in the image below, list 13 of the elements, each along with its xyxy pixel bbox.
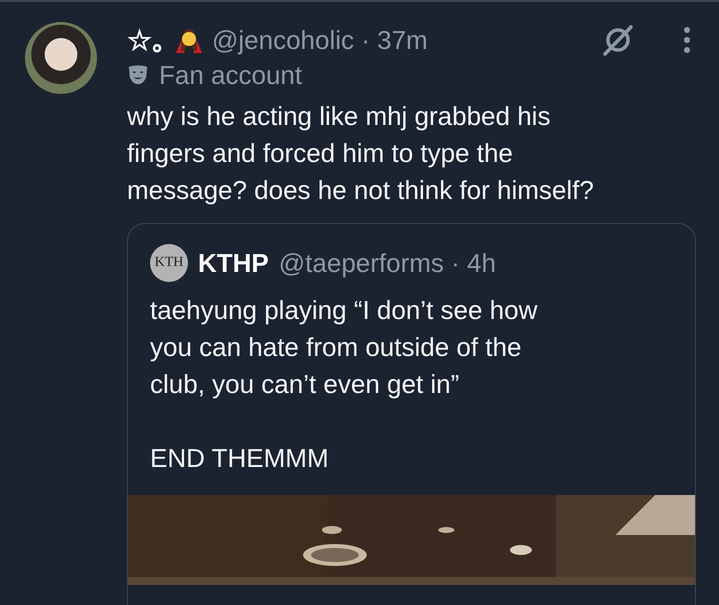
slashed-circle-icon[interactable] xyxy=(601,23,635,57)
quote-text: END THEMMM xyxy=(150,442,330,475)
post-text: why is he acting like mhj grabbed his fingers and forced him to type the message? does he not think for himself? xyxy=(127,100,595,207)
quote-avatar[interactable]: KTH xyxy=(150,244,188,282)
display-name[interactable]: KTHP xyxy=(198,248,269,278)
quote-text: taehyung playing “I don’t see how you can hate from outside of the club, you can’t even get in” xyxy=(150,294,538,401)
handle-and-time[interactable]: @jencoholic · 37m xyxy=(212,24,428,56)
more-icon[interactable] xyxy=(683,26,691,54)
display-name[interactable]: ☆｡ xyxy=(127,24,166,56)
account-label: Fan account xyxy=(159,60,302,90)
quoted-post[interactable]: KTH KTHP @taeperforms · 4h taehyung playing “I don’t see how you can hate from outside of the club, you can’t even get in” END THEMMM xyxy=(127,223,696,605)
handle-and-time[interactable]: @taeperforms · 4h xyxy=(278,248,496,278)
mask-icon xyxy=(127,64,149,86)
